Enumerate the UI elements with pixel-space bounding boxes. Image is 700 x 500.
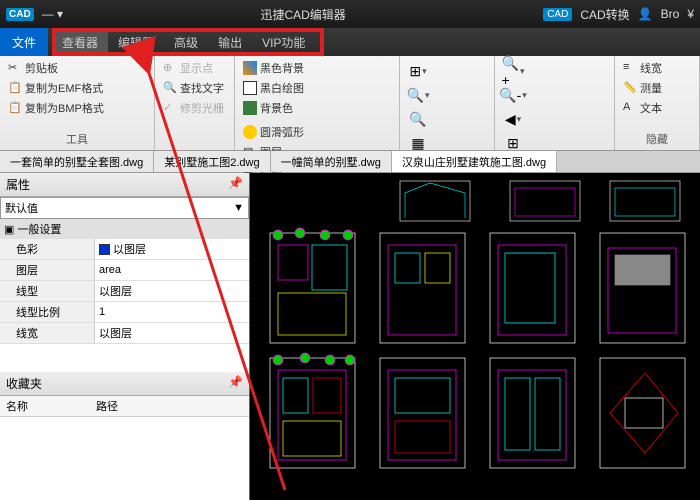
prop-row-lineweight[interactable]: 线宽以图层 [0, 323, 249, 344]
ruler-icon: 📏 [623, 81, 637, 95]
cad-drawing [250, 173, 700, 500]
prop-row-ltscale[interactable]: 线型比例1 [0, 302, 249, 323]
fit-icon[interactable]: ⊞ [408, 61, 428, 81]
property-grid: ▣一般设置 色彩以图层 图层area 线型以图层 线型比例1 线宽以图层 [0, 219, 249, 344]
line-icon: ≡ [623, 61, 637, 75]
favorites-header: 收藏夹 📌 [0, 372, 249, 396]
drawing-canvas[interactable] [250, 173, 700, 500]
default-dropdown[interactable]: 默认值▼ [0, 197, 249, 219]
ribbon-group-tools: ✂剪贴板 📋复制为EMF格式 📋复制为BMP格式 工具 [0, 56, 155, 150]
collapse-icon: ▣ [4, 223, 14, 236]
nav-up-icon[interactable]: ⊞ [503, 133, 523, 153]
work-area: 属性 📌 默认值▼ ▣一般设置 色彩以图层 图层area 线型以图层 线型比例1… [0, 173, 700, 500]
titlebar-dash: — ▾ [42, 7, 63, 21]
copy-icon: 📋 [8, 101, 22, 115]
file-menu[interactable]: 文件 [0, 28, 48, 56]
menu-editor[interactable]: 编辑器 [108, 30, 164, 55]
prop-row-linetype[interactable]: 线型以图层 [0, 281, 249, 302]
copy-icon: 📋 [8, 81, 22, 95]
prop-row-layer[interactable]: 图层area [0, 260, 249, 281]
nav-left-icon[interactable]: ◀ [503, 109, 523, 129]
fav-col-path: 路径 [96, 398, 118, 414]
cad-convert-button[interactable]: CAD转换 [580, 6, 629, 23]
user-icon[interactable]: 👤 [638, 7, 653, 21]
ribbon: ✂剪贴板 📋复制为EMF格式 📋复制为BMP格式 工具 ⊕显示点 🔍查找文字 ✓… [0, 56, 700, 151]
menu-viewer[interactable]: 查看器 [52, 30, 108, 55]
color-swatch [99, 244, 110, 255]
bw-icon [243, 81, 257, 95]
arc-icon [243, 125, 257, 139]
show-points-button[interactable]: ⊕显示点 [161, 59, 228, 77]
panel-pin-icon[interactable]: 📌 [228, 176, 243, 193]
ribbon-group-cad: 黑色背景 黑白绘图 背景色 圆滑弧形 ▤图层 ▦结构 CAD绘图设置 [235, 56, 400, 150]
bg-icon [243, 61, 257, 75]
search-icon: 🔍 [163, 81, 177, 95]
ribbon-group-label: 隐藏 [621, 129, 693, 147]
bw-draw-button[interactable]: 黑白绘图 [241, 79, 393, 97]
scissors-icon: ✂ [8, 61, 22, 75]
lineweight-button[interactable]: ≡线宽 [621, 59, 693, 77]
copy-emf-button[interactable]: 📋复制为EMF格式 [6, 79, 148, 97]
currency-button[interactable]: ¥ [687, 7, 694, 21]
doc-tab[interactable]: 一幢简单的别墅.dwg [271, 151, 392, 172]
zoom-extents-icon[interactable]: 🔍+ [503, 61, 523, 81]
panel-pin-icon[interactable]: 📌 [228, 375, 243, 392]
cad-badge: CAD [543, 8, 572, 21]
text-button[interactable]: A文本 [621, 99, 693, 117]
menu-bar: 文件 查看器 编辑器 高级 输出 VIP功能 [0, 28, 700, 56]
smooth-arc-button[interactable]: 圆滑弧形 [241, 123, 393, 141]
menu-vip[interactable]: VIP功能 [252, 30, 315, 55]
bg-color-button[interactable]: 背景色 [241, 99, 393, 117]
crop-icon: ✓ [163, 101, 177, 115]
ribbon-group-view: 🔍+ 🔍- ◀ ⊞ ⊙ ▶ 浏览 [495, 56, 615, 150]
prop-row-color[interactable]: 色彩以图层 [0, 239, 249, 260]
zoom-window-icon[interactable]: 🔍- [503, 85, 523, 105]
clipboard-button[interactable]: ✂剪贴板 [6, 59, 148, 77]
find-text-button[interactable]: 🔍查找文字 [161, 79, 228, 97]
target-icon: ⊕ [163, 61, 177, 75]
copy-bmp-button[interactable]: 📋复制为BMP格式 [6, 99, 148, 117]
prop-section[interactable]: ▣一般设置 [0, 219, 249, 239]
black-bg-button[interactable]: 黑色背景 [241, 59, 393, 77]
zoom-in-icon[interactable]: 🔍 [408, 85, 428, 105]
doc-tab[interactable]: 某别墅施工图2.dwg [154, 151, 270, 172]
favorites-list[interactable] [0, 417, 249, 500]
grid-icon[interactable]: ▦ [408, 133, 428, 153]
menu-advanced[interactable]: 高级 [164, 30, 208, 55]
menu-output[interactable]: 输出 [208, 30, 252, 55]
ribbon-group-label: 工具 [6, 129, 148, 147]
zoom-out-icon[interactable]: 🔍 [408, 109, 428, 129]
app-title: 迅捷CAD编辑器 [63, 6, 543, 23]
color-icon [243, 101, 257, 115]
user-name: Bro [661, 7, 680, 21]
app-logo: CAD [6, 8, 34, 21]
measure-button[interactable]: 📏测量 [621, 79, 693, 97]
ribbon-group-tools2: ⊕显示点 🔍查找文字 ✓修剪光栅 [155, 56, 235, 150]
ribbon-group-hide: ≡线宽 📏测量 A文本 隐藏 [615, 56, 700, 150]
trim-raster-button[interactable]: ✓修剪光栅 [161, 99, 228, 117]
text-icon: A [623, 101, 637, 115]
ribbon-group-label [161, 145, 228, 147]
fav-col-name: 名称 [6, 398, 96, 414]
properties-header: 属性 📌 [0, 173, 249, 197]
doc-tab[interactable]: 汉泉山庄别墅建筑施工图.dwg [392, 151, 557, 172]
left-panel: 属性 📌 默认值▼ ▣一般设置 色彩以图层 图层area 线型以图层 线型比例1… [0, 173, 250, 500]
chevron-down-icon: ▼ [233, 202, 244, 214]
title-bar: CAD — ▾ 迅捷CAD编辑器 CAD CAD转换 👤 Bro ¥ [0, 0, 700, 28]
ribbon-group-position: ⊞ 🔍 🔍 ▦ ↻ ✋ 位置 [400, 56, 495, 150]
doc-tab[interactable]: 一套简单的别墅全套图.dwg [0, 151, 154, 172]
favorites-columns: 名称 路径 [0, 396, 249, 417]
